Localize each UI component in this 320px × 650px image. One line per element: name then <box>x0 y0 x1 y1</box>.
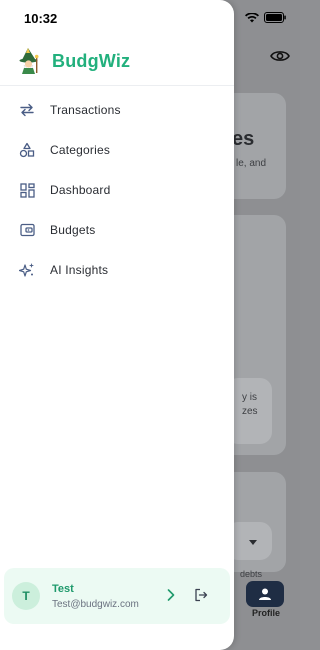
background-text: le, and <box>236 158 267 169</box>
profile-tab-button[interactable] <box>246 581 284 607</box>
background-heading: es <box>232 128 255 150</box>
grid-icon <box>18 181 36 199</box>
user-icon <box>259 588 271 600</box>
wifi-icon <box>245 12 259 22</box>
background-text: debts <box>240 569 263 579</box>
user-info: Test Test@budgwiz.com <box>52 583 162 610</box>
battery-icon <box>264 12 286 23</box>
sparkles-icon <box>18 261 36 279</box>
wallet-icon <box>18 221 36 239</box>
arrows-swap-icon <box>18 101 36 119</box>
user-name: Test <box>52 582 74 595</box>
nav-item-transactions[interactable]: Transactions <box>0 90 234 130</box>
status-icons <box>245 12 286 23</box>
chevron-right-icon[interactable] <box>162 586 180 604</box>
navigation-drawer: 10:32 BudgWiz Transactions Categories Da… <box>0 0 234 650</box>
nav-item-label: Budgets <box>50 223 96 237</box>
nav-item-categories[interactable]: Categories <box>0 130 234 170</box>
profile-tab-label: Profile <box>251 608 280 618</box>
nav-item-label: Transactions <box>50 103 121 117</box>
chevron-down-icon <box>249 540 257 545</box>
avatar: T <box>12 582 40 610</box>
brand-name: BudgWiz <box>52 50 131 71</box>
status-time: 10:32 <box>24 11 58 26</box>
nav-item-dashboard[interactable]: Dashboard <box>0 170 234 210</box>
background-text: zes <box>242 406 258 417</box>
wizard-logo-icon <box>19 48 39 74</box>
brand-header[interactable]: BudgWiz <box>16 46 130 76</box>
nav-item-ai-insights[interactable]: AI Insights <box>0 250 234 290</box>
user-actions <box>162 586 210 604</box>
shapes-icon <box>18 141 36 159</box>
background-text: y is <box>242 392 257 403</box>
logout-icon[interactable] <box>192 586 210 604</box>
nav-item-label: Categories <box>50 143 111 157</box>
nav-menu: Transactions Categories Dashboard Budget… <box>0 90 234 290</box>
nav-item-label: Dashboard <box>50 183 111 197</box>
eye-icon[interactable] <box>270 48 290 64</box>
nav-item-label: AI Insights <box>50 263 109 277</box>
user-email: Test@budgwiz.com <box>52 598 139 610</box>
user-profile-card[interactable]: T Test Test@budgwiz.com <box>4 568 230 624</box>
divider <box>0 85 234 86</box>
nav-item-budgets[interactable]: Budgets <box>0 210 234 250</box>
